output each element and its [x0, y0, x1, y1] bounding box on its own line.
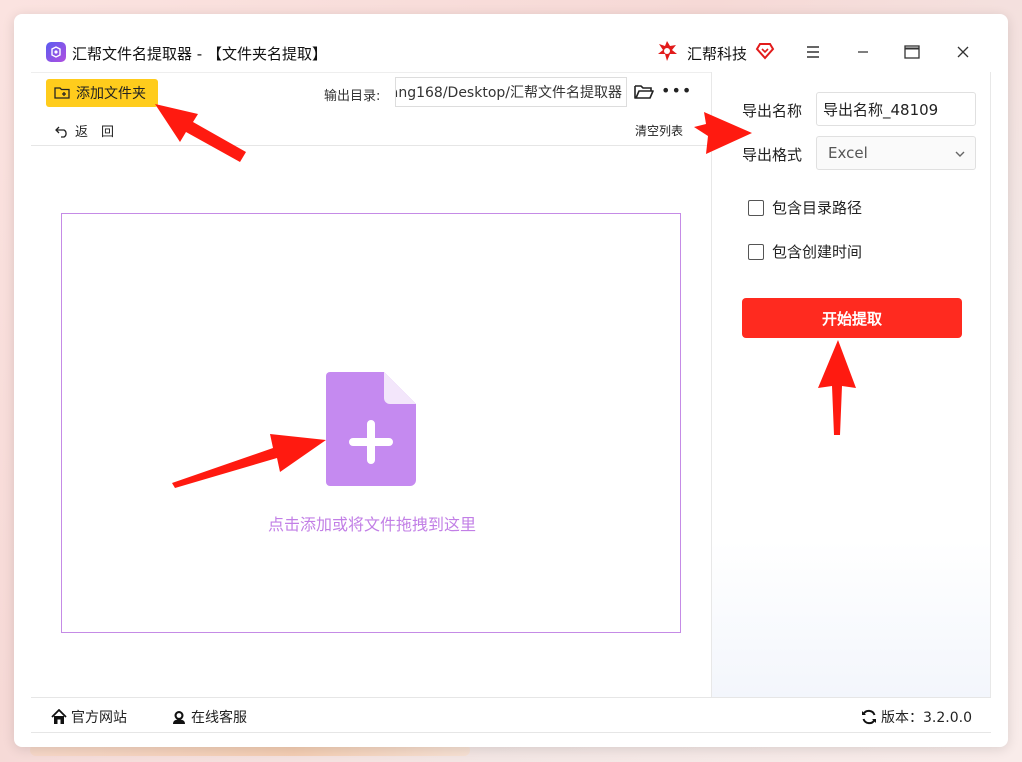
output-dir-label: 输出目录:: [324, 89, 381, 104]
file-add-icon: [326, 372, 416, 486]
include-created-checkbox[interactable]: [748, 243, 764, 260]
settings-panel: 导出名称 导出名称_48109 导出格式 Excel 包含目录路径 包含创建时间…: [711, 72, 991, 697]
official-site-link[interactable]: 官方网站: [51, 707, 127, 727]
clear-list-button[interactable]: 清空列表: [635, 122, 683, 139]
app-logo-icon: [46, 42, 66, 62]
dropzone-hint: 点击添加或将文件拖拽到这里: [267, 515, 476, 534]
include-created-option[interactable]: 包含创建时间: [748, 241, 862, 262]
export-format-value: Excel: [828, 144, 868, 162]
version-info[interactable]: 版本：3.2.0.0: [861, 707, 972, 727]
window-title: 汇帮文件名提取器 - 【文件夹名提取】: [72, 45, 327, 63]
file-list-panel: 添加文件夹 输出目录: ang168/Desktop/汇帮文件名提取器 ••• …: [31, 72, 711, 697]
file-dropzone[interactable]: 点击添加或将文件拖拽到这里: [61, 213, 681, 633]
export-name-input[interactable]: 导出名称_48109: [816, 92, 976, 126]
include-path-checkbox[interactable]: [748, 199, 764, 216]
version-label: 版本：3.2.0.0: [881, 710, 972, 726]
diamond-heart-icon[interactable]: [755, 41, 775, 61]
undo-icon: [55, 126, 67, 138]
headset-icon: [173, 711, 185, 724]
back-label: 返 回: [75, 125, 115, 140]
app-window: 汇帮文件名提取器 - 【文件夹名提取】 汇帮科技 添加文件夹 输出目录: ang…: [14, 14, 1008, 747]
add-folder-button[interactable]: 添加文件夹: [46, 79, 158, 107]
export-format-label: 导出格式: [742, 146, 803, 164]
maximize-button[interactable]: [898, 38, 926, 66]
home-icon: [51, 709, 67, 724]
back-button[interactable]: 返 回: [55, 121, 114, 140]
brand-name: 汇帮科技: [687, 45, 748, 63]
official-site-label: 官方网站: [71, 710, 127, 726]
close-icon: [957, 46, 969, 58]
include-path-label: 包含目录路径: [772, 199, 863, 217]
menu-button[interactable]: [799, 38, 827, 66]
folder-open-icon[interactable]: [634, 83, 654, 101]
toolbar-divider: [31, 145, 711, 146]
more-options-icon[interactable]: •••: [661, 81, 692, 100]
online-service-link[interactable]: 在线客服: [171, 707, 247, 727]
brand-logo-icon: [658, 41, 677, 61]
export-name-label: 导出名称: [742, 102, 803, 120]
chevron-down-icon: [955, 151, 965, 157]
include-path-option[interactable]: 包含目录路径: [748, 197, 862, 218]
minimize-icon: [858, 51, 868, 53]
hamburger-icon: [807, 46, 819, 58]
start-extract-button[interactable]: 开始提取: [742, 298, 962, 338]
title-bar: 汇帮文件名提取器 - 【文件夹名提取】 汇帮科技: [14, 14, 1008, 72]
close-button[interactable]: [949, 38, 977, 66]
online-service-label: 在线客服: [191, 710, 247, 726]
status-bar: 官方网站 在线客服 版本：3.2.0.0: [31, 697, 991, 733]
maximize-icon: [904, 45, 920, 59]
folder-add-icon: [54, 87, 70, 99]
minimize-button[interactable]: [849, 38, 877, 66]
include-created-label: 包含创建时间: [772, 243, 863, 261]
export-format-select[interactable]: Excel: [816, 136, 976, 170]
add-folder-label: 添加文件夹: [76, 86, 146, 102]
refresh-icon: [862, 709, 876, 725]
output-dir-field[interactable]: ang168/Desktop/汇帮文件名提取器: [395, 77, 627, 107]
